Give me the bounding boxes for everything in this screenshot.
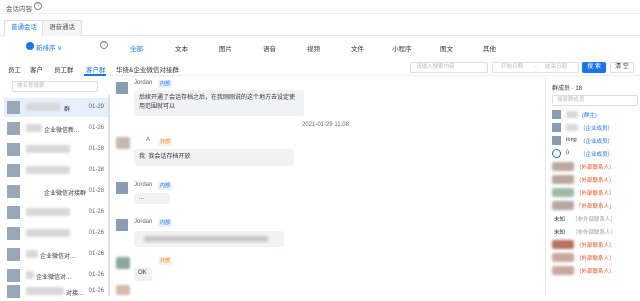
member-row[interactable]: （外部联系人） — [552, 174, 640, 186]
list-item[interactable]: 01-26 — [4, 224, 108, 243]
member-row[interactable]: （外部联系人） — [552, 239, 640, 251]
sort-dropdown[interactable]: 新排序 ∨ — [36, 42, 62, 52]
member-row[interactable]: (群主) — [552, 109, 640, 121]
avatar — [116, 219, 128, 231]
tab-other[interactable]: 其他 — [483, 43, 496, 53]
tab-text[interactable]: 文本 — [175, 43, 188, 53]
list-item[interactable]: 企业微信对... 01-26 — [4, 245, 108, 264]
message-sender: A — [146, 137, 151, 143]
member-row[interactable]: 未知 （非外部联系人） — [552, 226, 640, 238]
avatar — [116, 82, 128, 94]
message-bubble: ... — [134, 193, 170, 204]
list-item[interactable]: 对接... 01-26 — [4, 282, 108, 301]
clear-button[interactable]: 清 空 — [610, 62, 634, 73]
member-row[interactable]: ǚ （企业成员） — [552, 148, 640, 160]
tab-voice-call[interactable]: 语音通话 — [42, 20, 82, 36]
internal-tag: 内部 — [158, 219, 173, 227]
internal-tag: 内部 — [158, 80, 173, 88]
tab-video[interactable]: 视频 — [307, 43, 320, 53]
avatar — [7, 227, 20, 240]
filter-customer-group[interactable]: 客户群 — [86, 64, 106, 74]
list-item[interactable]: 群 01-29 — [4, 98, 108, 117]
avatar — [7, 269, 20, 282]
member-row[interactable]: （企业成员） — [552, 122, 640, 134]
list-item[interactable]: 01-28 — [4, 140, 108, 159]
avatar — [7, 143, 20, 156]
message-sender: Jordan — [134, 219, 153, 225]
list-item[interactable]: 企业微信新... 01-26 — [4, 119, 108, 138]
internal-tag: 内部 — [158, 182, 173, 190]
avatar — [116, 182, 128, 194]
list-item[interactable]: 企业微信对接群 01-28 — [4, 182, 108, 201]
message-type-tabs: 全部 文本 图片 语音 视频 文件 小程序 图文 其他 — [110, 36, 510, 58]
tab-row: 普通会话 语音通话 — [0, 16, 640, 36]
page-title: 会话内容 — [6, 6, 32, 13]
sidebar-header: 新排序 ∨ ? — [0, 36, 110, 58]
conversation-search-input[interactable]: 搜名称搜索 — [12, 81, 98, 92]
avatar — [7, 101, 20, 114]
member-row[interactable]: （外部联系人） — [552, 265, 640, 277]
avatar — [7, 164, 20, 177]
search-button[interactable]: 搜 索 — [582, 62, 606, 73]
message-sender: Jordan — [134, 182, 153, 188]
tab-image[interactable]: 图片 — [219, 43, 232, 53]
member-row[interactable]: （外部联系人） — [552, 252, 640, 264]
top-bar: 会话内容 ? — [0, 0, 640, 14]
tab-file[interactable]: 文件 — [351, 43, 364, 53]
group-members-panel: 群成员 · 18 搜索群成员 (群主) （企业成员） tong （企业成员） ǚ （… — [545, 77, 640, 296]
message-timestamp: 2021-01-29 11:08 — [302, 122, 349, 128]
message-bubble: 我 ‌ 我会话存档开放 — [134, 149, 294, 166]
message-bubble: OK — [134, 267, 152, 281]
help-icon[interactable]: ? — [34, 2, 42, 10]
tab-mini-program[interactable]: 小程序 — [392, 43, 412, 53]
message-sender: Jordan — [134, 80, 153, 86]
external-tag: 外部 — [158, 138, 173, 146]
external-tag: 外部 — [158, 257, 173, 265]
message-bubble: 后续开通了会话存档之后，在我刚刚说的这个地方去设定使用范围就可以 — [134, 90, 304, 116]
help-icon[interactable]: ? — [100, 41, 108, 49]
sort-icon[interactable] — [26, 42, 34, 50]
tab-voice[interactable]: 语音 — [263, 43, 276, 53]
tab-normal-conversation[interactable]: 普通会话 — [4, 20, 44, 36]
tab-rich-media[interactable]: 图文 — [440, 43, 453, 53]
group-name: 华绕&企业微信对接群 — [116, 67, 179, 74]
filter-employee[interactable]: 员工 — [8, 64, 21, 74]
member-row[interactable]: （外部联系人） — [552, 187, 640, 199]
avatar — [7, 285, 20, 298]
member-row[interactable]: （外部联系人） — [552, 161, 640, 173]
list-item[interactable]: 01-26 — [4, 203, 108, 222]
conversation-list: 群 01-29 企业微信新... 01-26 01-28 01-28 企业微信对… — [0, 95, 110, 298]
avatar — [7, 206, 20, 219]
member-search-input[interactable]: 搜索群成员 — [552, 95, 638, 106]
filter-employee-group[interactable]: 员工群 — [54, 64, 74, 74]
tab-all[interactable]: 全部 — [130, 43, 143, 53]
member-row[interactable]: tong （企业成员） — [552, 135, 640, 147]
member-row[interactable]: 「外部联系人」 — [552, 200, 640, 212]
keyword-search-input[interactable]: 请输入搜索内容 — [410, 62, 488, 73]
members-count: 群成员 · 18 — [552, 86, 583, 92]
avatar — [7, 122, 20, 135]
avatar — [7, 185, 20, 198]
list-item[interactable]: 01-28 — [4, 161, 108, 180]
member-row[interactable]: 未知 （非外部联系人） — [552, 213, 640, 225]
chat-area: Jordan 内部 后续开通了会话存档之后，在我刚刚说的这个地方去设定使用范围就… — [110, 77, 540, 296]
chat-header: 华绕&企业微信对接群 请输入搜索内容 开始日期 - 结束日期 搜 索 清 空 — [110, 60, 640, 76]
avatar — [7, 248, 20, 261]
date-range-picker[interactable]: 开始日期 - 结束日期 — [492, 62, 579, 73]
filter-customer[interactable]: 客户 — [30, 64, 43, 74]
active-filter-indicator — [84, 74, 106, 76]
